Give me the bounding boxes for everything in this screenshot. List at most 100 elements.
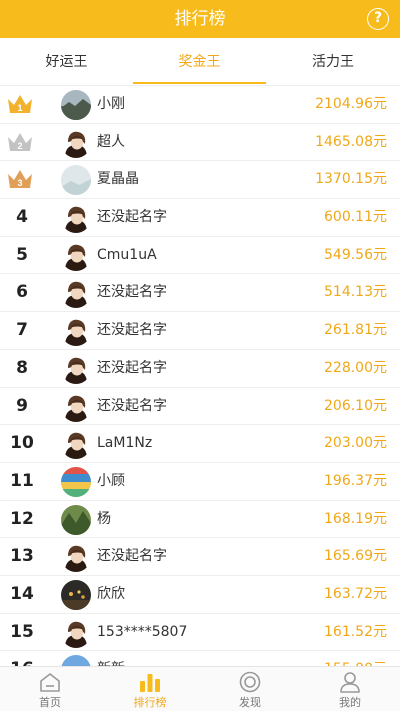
bonus-amount: 163.72元	[324, 585, 387, 602]
ranking-tabs: 好运王 奖金王 活力王	[0, 38, 400, 86]
question-circle-icon[interactable]: ?	[367, 8, 389, 30]
tabbar-profile[interactable]: 我的	[300, 667, 400, 711]
ranking-row[interactable]: 1 小刚 2104.96元	[0, 86, 400, 124]
ranking-row[interactable]: 11 小顾 196.37元	[0, 463, 400, 501]
ranking-row[interactable]: 16 新新 155.00元	[0, 651, 400, 666]
ranking-row[interactable]: 7 还没起名字 261.81元	[0, 312, 400, 350]
page-title: 排行榜	[174, 9, 226, 29]
ranking-screen: 排行榜 ? 好运王 奖金王 活力王 1 小刚 2104.96元 2 超人 1465.08元…	[0, 0, 400, 711]
rank-number: 5	[16, 244, 28, 265]
ranking-row[interactable]: 15 153****5807 161.52元	[0, 614, 400, 652]
rank-number: 6	[16, 282, 28, 303]
tab-bonus-king[interactable]: 奖金王	[133, 38, 266, 86]
tabbar-label: 排行榜	[133, 696, 167, 709]
tabbar-discover[interactable]: 发现	[200, 667, 300, 711]
tab-label: 活力王	[312, 54, 354, 70]
rank-number: 14	[10, 583, 34, 604]
user-name: 153****5807	[97, 623, 188, 640]
home-icon	[40, 673, 60, 692]
bonus-amount: 196.37元	[324, 472, 387, 489]
bonus-amount: 2104.96元	[315, 96, 387, 112]
bottom-tab-bar: 首页 排行榜 发现 我的	[0, 666, 400, 711]
tabbar-ranking[interactable]: 排行榜	[100, 667, 200, 711]
ranking-row[interactable]: 10 LaM1Nz 203.00元	[0, 425, 400, 463]
bonus-amount: 203.00元	[324, 435, 387, 452]
avatar	[61, 278, 91, 309]
bronze-crown-icon: 3	[8, 170, 32, 189]
ranking-row[interactable]: 5 Cmu1uA 549.56元	[0, 237, 400, 275]
rank-number: 12	[10, 508, 34, 529]
tabbar-label: 首页	[39, 696, 61, 709]
user-name: Cmu1uA	[97, 246, 157, 263]
bonus-amount: 1465.08元	[315, 133, 387, 150]
bonus-amount: 261.81元	[324, 322, 387, 339]
user-name: 还没起名字	[97, 359, 167, 376]
avatar	[61, 391, 91, 422]
rank-number: 8	[16, 357, 28, 378]
user-name: 小顾	[97, 472, 125, 489]
rank-number: 16	[2, 651, 42, 666]
ranking-row[interactable]: 4 还没起名字 600.11元	[0, 199, 400, 237]
bonus-amount: 1370.15元	[315, 171, 387, 188]
ranking-row[interactable]: 3 夏晶晶 1370.15元	[0, 161, 400, 200]
tab-vitality-king[interactable]: 活力王	[266, 38, 400, 86]
tab-label: 奖金王	[178, 54, 221, 70]
user-name: 杨	[97, 510, 111, 527]
ranking-row[interactable]: 2 超人 1465.08元	[0, 124, 400, 162]
bonus-amount: 228.00元	[324, 359, 387, 376]
svg-text:2: 2	[17, 141, 22, 151]
user-name: 小刚	[97, 96, 125, 112]
rank-number: 4	[16, 207, 28, 228]
rank-number: 10	[10, 433, 34, 454]
bonus-amount: 161.52元	[324, 623, 387, 640]
svg-text:1: 1	[17, 103, 22, 113]
avatar	[61, 466, 91, 497]
rank-number: 11	[10, 470, 34, 491]
ranking-row[interactable]: 13 还没起名字 165.69元	[0, 538, 400, 576]
ranking-row[interactable]: 8 还没起名字 228.00元	[0, 350, 400, 388]
avatar	[61, 542, 91, 573]
silver-crown-icon: 2	[8, 132, 32, 151]
ranking-row[interactable]: 14 欣欣 163.72元	[0, 576, 400, 614]
rank-number: 7	[16, 320, 28, 341]
user-name: 夏晶晶	[97, 171, 139, 188]
discover-icon	[239, 671, 261, 693]
profile-icon	[340, 672, 360, 693]
user-name: LaM1Nz	[97, 435, 153, 452]
user-name: 还没起名字	[97, 397, 167, 414]
tab-lucky-king[interactable]: 好运王	[0, 38, 133, 86]
bonus-amount: 549.56元	[324, 246, 387, 263]
avatar	[61, 617, 91, 648]
bonus-amount: 168.19元	[324, 510, 387, 527]
ranking-row[interactable]: 6 还没起名字 514.13元	[0, 274, 400, 313]
user-name: 还没起名字	[97, 322, 167, 339]
user-name: 新新	[97, 651, 125, 666]
avatar	[61, 504, 91, 535]
svg-text:3: 3	[17, 178, 22, 188]
ranking-row[interactable]: 9 还没起名字 206.10元	[0, 388, 400, 426]
avatar	[61, 353, 91, 384]
ranking-row[interactable]: 12 杨 168.19元	[0, 501, 400, 539]
bonus-amount: 514.13元	[324, 284, 387, 301]
user-name: 还没起名字	[97, 548, 167, 565]
bonus-amount: 206.10元	[324, 397, 387, 414]
gold-crown-icon: 1	[8, 95, 32, 113]
active-tab-indicator	[133, 82, 266, 84]
avatar	[61, 127, 91, 158]
ranking-list[interactable]: 1 小刚 2104.96元 2 超人 1465.08元 3 夏晶晶 1370.15元 4 还没起名字…	[0, 86, 400, 666]
avatar	[61, 240, 91, 271]
rank-number: 9	[16, 395, 28, 416]
avatar	[61, 579, 91, 610]
user-name: 超人	[97, 133, 125, 150]
avatar	[61, 429, 91, 460]
tab-label: 好运王	[45, 54, 88, 70]
tabbar-home[interactable]: 首页	[0, 667, 100, 711]
avatar	[61, 203, 91, 234]
bonus-amount: 155.00元	[324, 651, 387, 666]
rank-number: 13	[10, 546, 34, 567]
avatar	[61, 165, 91, 196]
user-name: 还没起名字	[97, 209, 167, 226]
bonus-amount: 165.69元	[324, 548, 387, 565]
tabbar-label: 发现	[239, 696, 261, 709]
avatar	[61, 655, 91, 666]
